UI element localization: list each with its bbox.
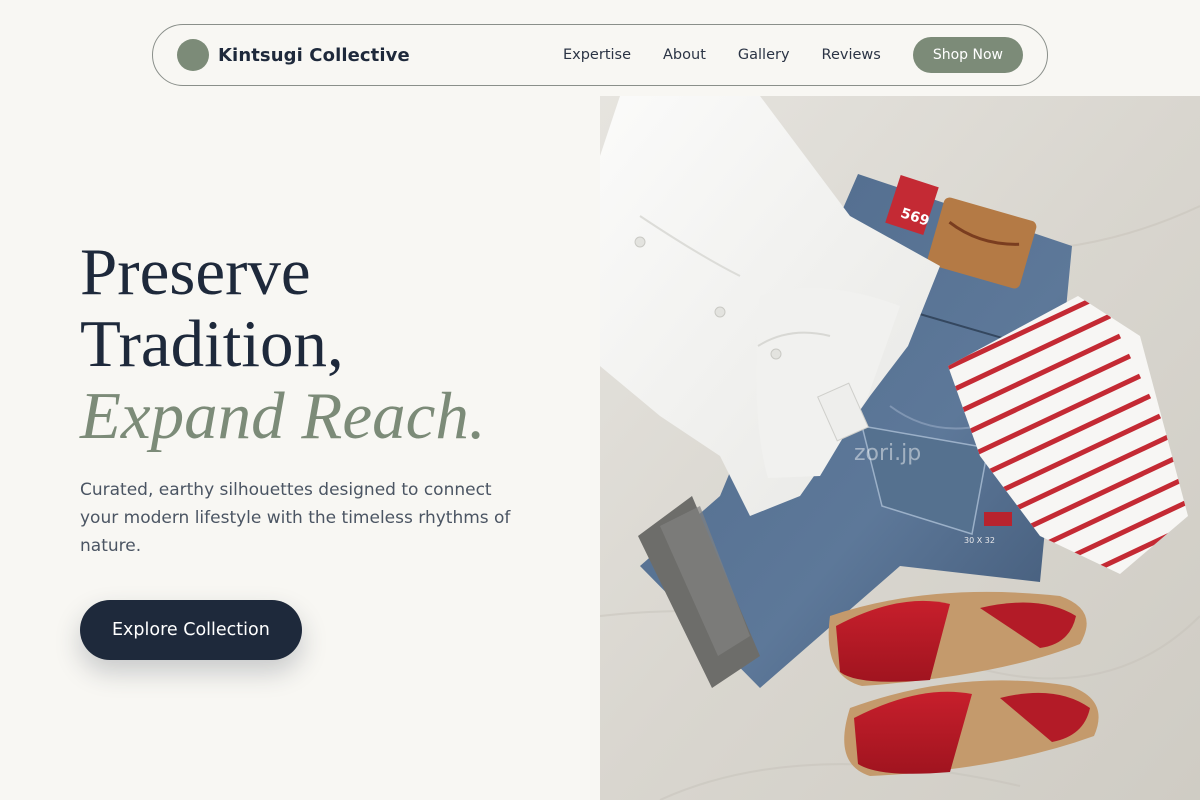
nav-link-gallery[interactable]: Gallery: [738, 47, 790, 63]
shop-now-button[interactable]: Shop Now: [912, 37, 1023, 73]
landing-page: Kintsugi Collective Expertise About Gall…: [0, 0, 1200, 800]
hero-headline: Preserve Tradition, Expand Reach.: [80, 236, 486, 452]
brand-name: Kintsugi Collective: [218, 44, 410, 66]
hero-product-image: 569 30 X 32 zori.jp: [600, 96, 1200, 800]
size-tag-text: 30 X 32: [964, 536, 995, 545]
explore-collection-button[interactable]: Explore Collection: [80, 600, 302, 660]
nav-link-expertise[interactable]: Expertise: [563, 47, 631, 63]
red-levis-tab: [984, 512, 1012, 526]
headline-line-1: Preserve: [80, 235, 311, 309]
headline-accent: Expand Reach.: [80, 379, 486, 453]
nav-links: Expertise About Gallery Reviews: [563, 47, 881, 63]
brand[interactable]: Kintsugi Collective: [177, 39, 410, 71]
nav-link-reviews[interactable]: Reviews: [822, 47, 881, 63]
nav-link-about[interactable]: About: [663, 47, 706, 63]
hero-subtext: Curated, earthy silhouettes designed to …: [80, 480, 511, 556]
watermark-text: zori.jp: [854, 441, 921, 466]
top-navbar: Kintsugi Collective Expertise About Gall…: [152, 24, 1048, 86]
circle-logo-icon: [177, 39, 209, 71]
headline-line-2: Tradition,: [80, 307, 344, 381]
